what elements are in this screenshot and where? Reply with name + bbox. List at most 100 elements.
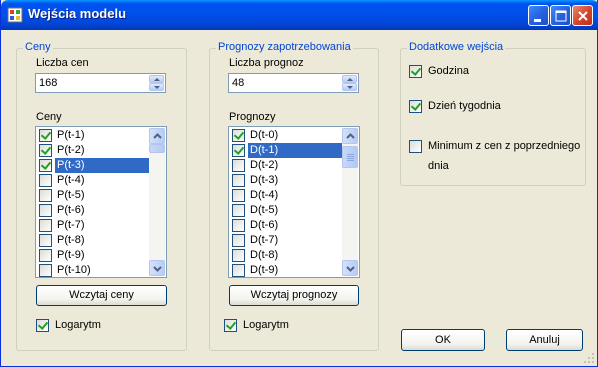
chevron-up-icon bbox=[346, 133, 355, 139]
arrow-down-icon bbox=[347, 86, 353, 89]
ceny-list-item[interactable]: P(t-6) bbox=[37, 203, 148, 218]
ceny-item-label: P(t-5) bbox=[57, 189, 85, 201]
prognozy-scroll-thumb[interactable] bbox=[342, 146, 358, 168]
additional-inputs-title: Dodatkowe wejścia bbox=[407, 41, 506, 53]
chevron-down-icon bbox=[153, 266, 162, 272]
prognozy-spin-up-button[interactable] bbox=[342, 75, 357, 83]
prognozy-log-checkbox-box[interactable] bbox=[224, 319, 237, 332]
prognozy-item-label: D(t-9) bbox=[250, 264, 279, 276]
ceny-item-checkbox[interactable] bbox=[39, 159, 52, 172]
prognozy-item-checkbox[interactable] bbox=[232, 144, 245, 157]
ceny-list-item[interactable]: P(t-10) bbox=[37, 263, 148, 277]
resize-grip-icon[interactable] bbox=[583, 352, 595, 364]
prognozy-list-item[interactable]: D(t-7) bbox=[230, 233, 341, 248]
prognozy-item-checkbox[interactable] bbox=[232, 249, 245, 262]
prognozy-list-item[interactable]: D(t-8) bbox=[230, 248, 341, 263]
prognozy-item-label: D(t-0) bbox=[250, 129, 279, 141]
ceny-item-checkbox[interactable] bbox=[39, 129, 52, 142]
prognozy-count-label: Liczba prognoz bbox=[229, 57, 304, 69]
prognozy-list-item[interactable]: D(t-2) bbox=[230, 158, 341, 173]
ceny-list-item[interactable]: P(t-9) bbox=[37, 248, 148, 263]
min-price-checkbox-box[interactable] bbox=[409, 140, 422, 153]
prognozy-item-checkbox[interactable] bbox=[232, 174, 245, 187]
ceny-list-item[interactable]: P(t-5) bbox=[37, 188, 148, 203]
ceny-item-checkbox[interactable] bbox=[39, 264, 52, 277]
ceny-log-label: Logarytm bbox=[55, 319, 101, 331]
ceny-item-label: P(t-2) bbox=[57, 144, 85, 156]
ceny-spinner[interactable] bbox=[149, 75, 164, 91]
ceny-scroll-up-button[interactable] bbox=[149, 128, 165, 144]
prognozy-item-label: D(t-6) bbox=[250, 219, 279, 231]
ceny-scroll-thumb[interactable] bbox=[149, 144, 165, 153]
prognozy-log-label: Logarytm bbox=[243, 319, 289, 331]
ok-button[interactable]: OK bbox=[401, 329, 485, 351]
prognozy-spin-down-button[interactable] bbox=[342, 83, 357, 91]
prognozy-count-value[interactable]: 48 bbox=[232, 77, 244, 89]
prognozy-list-item[interactable]: D(t-1) bbox=[230, 143, 347, 158]
prognozy-item-label: D(t-8) bbox=[250, 249, 279, 261]
prognozy-item-label: D(t-5) bbox=[250, 204, 279, 216]
prognozy-list-item[interactable]: D(t-4) bbox=[230, 188, 341, 203]
load-forecasts-button[interactable]: Wczytaj prognozy bbox=[229, 285, 359, 306]
ceny-scrollbar[interactable] bbox=[149, 128, 165, 276]
prognozy-spinner[interactable] bbox=[342, 75, 357, 91]
ceny-list-item[interactable]: P(t-3) bbox=[37, 158, 154, 173]
min-price-label-line1: Minimum z cen z poprzedniego bbox=[428, 140, 581, 152]
prognozy-item-checkbox[interactable] bbox=[232, 189, 245, 202]
load-prices-button[interactable]: Wczytaj ceny bbox=[36, 285, 167, 306]
prognozy-item-checkbox[interactable] bbox=[232, 204, 245, 217]
prognozy-item-checkbox[interactable] bbox=[232, 219, 245, 232]
ceny-spin-up-button[interactable] bbox=[149, 75, 164, 83]
ceny-item-checkbox[interactable] bbox=[39, 144, 52, 157]
ceny-count-stepper[interactable]: 168 bbox=[35, 73, 166, 93]
prognozy-item-label: D(t-7) bbox=[250, 234, 279, 246]
arrow-down-icon bbox=[154, 86, 160, 89]
prognozy-item-label: D(t-2) bbox=[250, 159, 279, 171]
ceny-list-item[interactable]: P(t-2) bbox=[37, 143, 148, 158]
ceny-item-checkbox[interactable] bbox=[39, 234, 52, 247]
prognozy-item-checkbox[interactable] bbox=[232, 159, 245, 172]
hour-checkbox-box[interactable] bbox=[409, 65, 422, 78]
ceny-log-checkbox-box[interactable] bbox=[36, 319, 49, 332]
prognozy-scroll-up-button[interactable] bbox=[342, 128, 358, 144]
window-title: Wejścia modelu bbox=[28, 6, 127, 21]
ceny-list-item[interactable]: P(t-1) bbox=[37, 128, 148, 143]
ceny-item-checkbox[interactable] bbox=[39, 174, 52, 187]
prognozy-scroll-down-button[interactable] bbox=[342, 260, 358, 276]
prognozy-count-stepper[interactable]: 48 bbox=[228, 73, 359, 93]
ceny-list-item[interactable]: P(t-8) bbox=[37, 233, 148, 248]
ceny-checked-list[interactable]: P(t-1) P(t-2) P(t-3) P(t-4) P(t-5) P(t-6) P(t-… bbox=[35, 126, 167, 278]
prognozy-item-checkbox[interactable] bbox=[232, 264, 245, 277]
prognozy-scrollbar[interactable] bbox=[342, 128, 358, 276]
minimize-button[interactable] bbox=[528, 5, 549, 26]
prognozy-list-item[interactable]: D(t-6) bbox=[230, 218, 341, 233]
prognozy-list-item[interactable]: D(t-9) bbox=[230, 263, 341, 277]
prognozy-item-checkbox[interactable] bbox=[232, 129, 245, 142]
cancel-button[interactable]: Anuluj bbox=[506, 329, 583, 351]
arrow-up-icon bbox=[347, 78, 353, 81]
prognozy-list-item[interactable]: D(t-5) bbox=[230, 203, 341, 218]
close-button[interactable] bbox=[572, 5, 593, 26]
ceny-spin-down-button[interactable] bbox=[149, 83, 164, 91]
ceny-item-label: P(t-3) bbox=[55, 158, 154, 173]
ceny-item-checkbox[interactable] bbox=[39, 204, 52, 217]
ceny-item-label: P(t-10) bbox=[57, 264, 91, 276]
prognozy-item-label: D(t-1) bbox=[248, 143, 347, 158]
weekday-checkbox-box[interactable] bbox=[409, 100, 422, 113]
ceny-list-item[interactable]: P(t-4) bbox=[37, 173, 148, 188]
maximize-button[interactable] bbox=[550, 5, 571, 26]
ceny-count-value[interactable]: 168 bbox=[39, 77, 57, 89]
ceny-item-checkbox[interactable] bbox=[39, 189, 52, 202]
ceny-item-label: P(t-6) bbox=[57, 204, 85, 216]
prognozy-list-item[interactable]: D(t-0) bbox=[230, 128, 341, 143]
ceny-scroll-down-button[interactable] bbox=[149, 260, 165, 276]
prognozy-list-item[interactable]: D(t-3) bbox=[230, 173, 341, 188]
ceny-item-checkbox[interactable] bbox=[39, 219, 52, 232]
close-icon bbox=[578, 11, 588, 21]
prognozy-item-checkbox[interactable] bbox=[232, 234, 245, 247]
prognozy-checked-list[interactable]: D(t-0) D(t-1) D(t-2) D(t-3) D(t-4) D(t-5) D(t-… bbox=[228, 126, 360, 278]
ceny-item-checkbox[interactable] bbox=[39, 249, 52, 262]
chevron-up-icon bbox=[153, 133, 162, 139]
title-bar[interactable]: Wejścia modelu bbox=[1, 0, 598, 30]
ceny-list-item[interactable]: P(t-7) bbox=[37, 218, 148, 233]
